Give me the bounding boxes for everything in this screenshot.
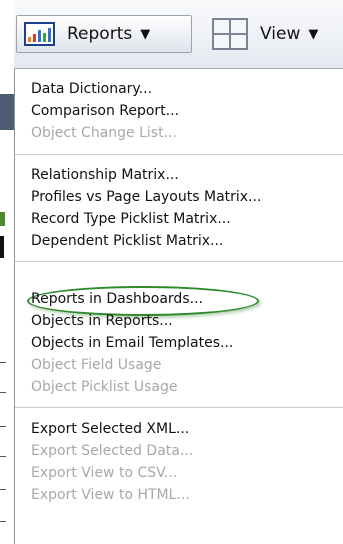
bar-chart-icon: [24, 22, 55, 46]
menu-item-object-change-list: Object Change List...: [31, 125, 177, 141]
reports-menu-button[interactable]: Reports ▼: [16, 15, 192, 53]
menu-item-dependent-picklist[interactable]: Dependent Picklist Matrix...: [31, 233, 223, 250]
menu-item-export-selected-data: Export Selected Data...: [31, 443, 194, 459]
background-window-edge: [0, 0, 14, 544]
menu-separator: [15, 407, 343, 408]
chevron-down-icon: ▼: [308, 26, 319, 42]
reports-dropdown-menu: Data Dictionary... Comparison Report... …: [14, 69, 343, 544]
menu-item-export-view-html: Export View to HTML...: [31, 487, 190, 503]
background-tick: [0, 426, 6, 427]
background-tick: [0, 362, 6, 363]
menu-separator: [15, 261, 343, 262]
menu-item-record-type-picklist[interactable]: Record Type Picklist Matrix...: [31, 211, 231, 228]
menu-item-object-field-usage: Object Field Usage: [31, 357, 162, 373]
menu-item-export-view-csv: Export View to CSV...: [31, 465, 178, 481]
menu-item-object-picklist-usage: Object Picklist Usage: [31, 379, 178, 395]
menu-item-objects-in-email-templates[interactable]: Objects in Email Templates...: [31, 335, 233, 352]
chevron-down-icon: ▼: [140, 26, 151, 42]
toolbar: Reports ▼ View ▼: [14, 0, 343, 69]
background-tick: [0, 392, 6, 393]
background-panel-fragment: [0, 94, 14, 130]
background-green-fragment: [0, 212, 5, 226]
background-tick: [0, 521, 6, 522]
background-tick: [0, 489, 6, 490]
menu-separator: [15, 154, 343, 155]
menu-item-export-selected-xml[interactable]: Export Selected XML...: [31, 421, 189, 438]
view-menu-button[interactable]: View ▼: [202, 15, 343, 53]
view-label: View: [260, 24, 301, 44]
grid-layout-icon: [212, 18, 248, 50]
background-tick: [0, 456, 6, 457]
menu-item-reports-in-dashboards[interactable]: Reports in Dashboards...: [31, 291, 203, 308]
menu-item-data-dictionary[interactable]: Data Dictionary...: [31, 81, 152, 98]
background-dark-fragment: [0, 236, 4, 258]
menu-item-objects-in-reports[interactable]: Objects in Reports...: [31, 313, 173, 330]
menu-item-profiles-vs-page-layouts[interactable]: Profiles vs Page Layouts Matrix...: [31, 189, 261, 206]
menu-item-relationship-matrix[interactable]: Relationship Matrix...: [31, 167, 179, 184]
menu-item-comparison-report[interactable]: Comparison Report...: [31, 103, 179, 120]
reports-label: Reports: [67, 24, 133, 44]
